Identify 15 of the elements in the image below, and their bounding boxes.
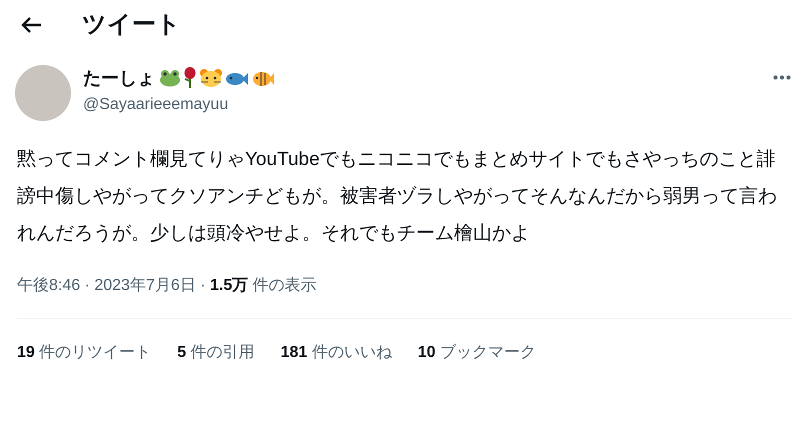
rose-icon (183, 67, 197, 89)
engagement-link[interactable]: 10 ブックマーク (418, 341, 536, 365)
frog-icon (159, 69, 181, 87)
tweet-text: 黙ってコメント欄見てりゃYouTubeでもニコニコでもまとめサイトでもさやっちのこと誹謗中傷しやがってクソアンチどもが。被害者ヅラしやがってそんなんだから弱男って言われんだろうが。少しは頭冷やせよ。それでもチーム檜山かよ (17, 148, 778, 246)
fish-icon (225, 70, 249, 86)
user-handle[interactable]: @Sayaarieeemayuu (83, 93, 275, 117)
tweet-timestamp: 午後8:46 · 2023年7月6日 · 1.5万 件の表示 (17, 276, 318, 296)
page-title: ツイート (82, 10, 181, 40)
engagement-link[interactable]: 181 件のいいね (280, 341, 392, 365)
engagement-link[interactable]: 5 件の引用 (177, 341, 255, 365)
display-name[interactable]: たーしょ (83, 64, 155, 92)
hamster-icon (199, 68, 223, 88)
engagement-link[interactable]: 19 件のリツイート (17, 341, 152, 365)
more-options-icon[interactable] (773, 75, 791, 80)
back-arrow-icon[interactable] (20, 16, 42, 34)
